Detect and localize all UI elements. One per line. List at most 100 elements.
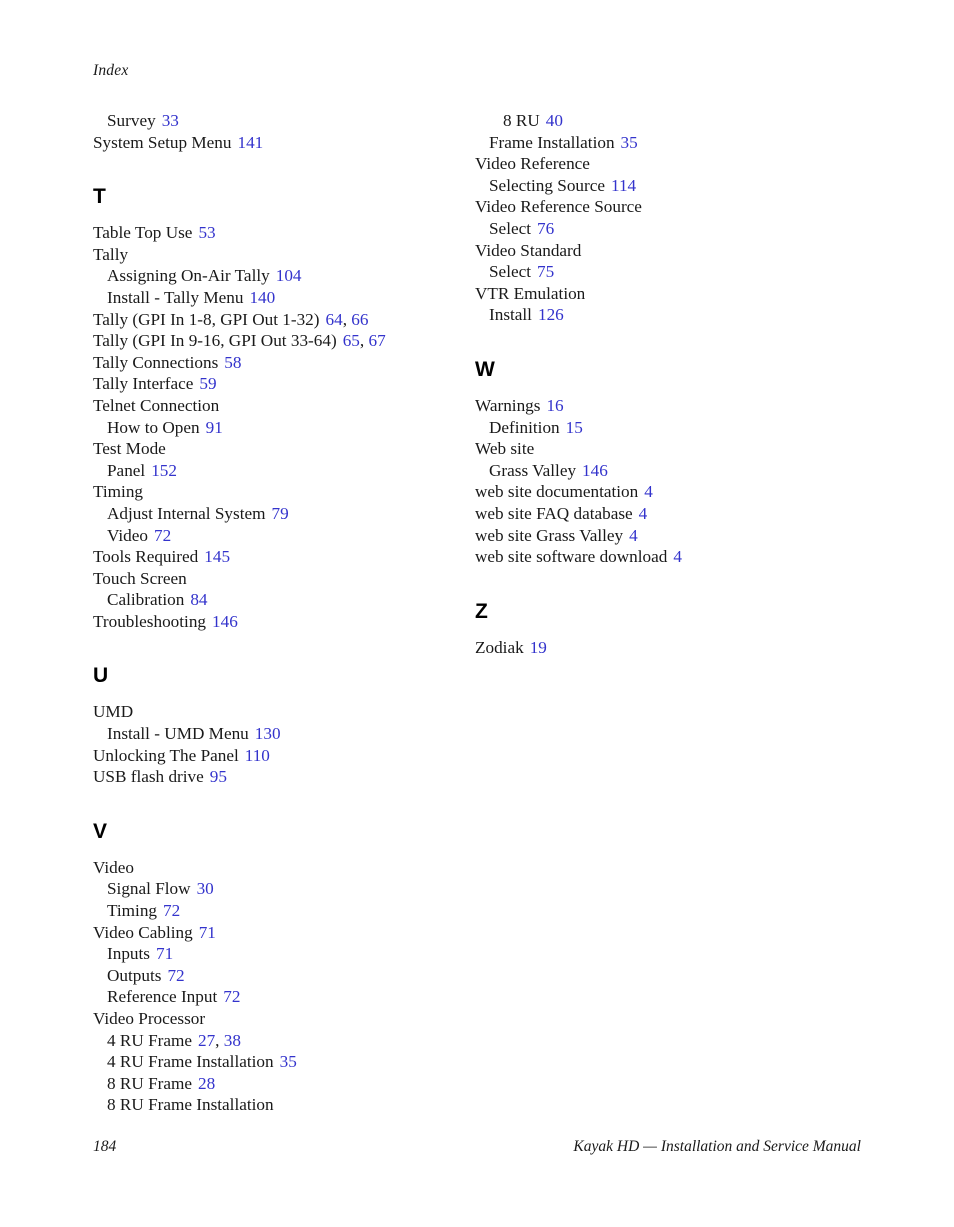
index-entry-pages[interactable]: 28 xyxy=(198,1074,215,1093)
index-entry-pages[interactable]: 35 xyxy=(280,1052,297,1071)
page-reference[interactable]: 19 xyxy=(530,638,547,657)
index-entry-pages[interactable]: 65, 67 xyxy=(343,331,386,350)
page-reference[interactable]: 72 xyxy=(223,987,240,1006)
index-entry-pages[interactable]: 59 xyxy=(199,374,216,393)
index-entry-pages[interactable]: 91 xyxy=(206,418,223,437)
index-entry-pages[interactable]: 15 xyxy=(566,418,583,437)
page-reference[interactable]: 91 xyxy=(206,418,223,437)
page-reference[interactable]: 38 xyxy=(224,1031,241,1050)
page-reference[interactable]: 84 xyxy=(190,590,207,609)
page-reference[interactable]: 67 xyxy=(368,331,385,350)
index-entry-pages[interactable]: 146 xyxy=(582,461,608,480)
page-reference[interactable]: 4 xyxy=(673,547,682,566)
index-entry-label: Install - Tally Menu xyxy=(107,287,244,307)
index-entry-pages[interactable]: 19 xyxy=(530,638,547,657)
index-entry-pages[interactable]: 72 xyxy=(167,966,184,985)
index-entry-pages[interactable]: 152 xyxy=(151,461,177,480)
page-reference[interactable]: 64 xyxy=(326,310,343,329)
index-entry-pages[interactable]: 72 xyxy=(154,526,171,545)
index-entry-pages[interactable]: 76 xyxy=(537,219,554,238)
page-reference[interactable]: 59 xyxy=(199,374,216,393)
index-entry: Web site xyxy=(475,438,865,460)
page-reference[interactable]: 65 xyxy=(343,331,360,350)
page-reference[interactable]: 4 xyxy=(639,504,648,523)
index-entry-pages[interactable]: 130 xyxy=(255,724,281,743)
page-reference[interactable]: 35 xyxy=(621,133,638,152)
running-head: Index xyxy=(93,62,129,79)
index-entry-pages[interactable]: 95 xyxy=(210,767,227,786)
index-entry-pages[interactable]: 64, 66 xyxy=(326,310,369,329)
index-entry-pages[interactable]: 4 xyxy=(639,504,648,523)
index-entry-label: Select xyxy=(489,218,531,238)
index-entry: Outputs 72 xyxy=(93,965,483,987)
index-entry-pages[interactable]: 114 xyxy=(611,176,636,195)
index-entry-pages[interactable]: 141 xyxy=(237,133,263,152)
page-reference[interactable]: 72 xyxy=(163,901,180,920)
index-entry: Video Reference xyxy=(475,153,865,175)
index-entry-pages[interactable]: 16 xyxy=(546,396,563,415)
page-reference[interactable]: 126 xyxy=(538,305,564,324)
page-reference[interactable]: 72 xyxy=(167,966,184,985)
page-reference[interactable]: 40 xyxy=(546,111,563,130)
page-reference[interactable]: 104 xyxy=(276,266,302,285)
page-reference[interactable]: 71 xyxy=(199,923,216,942)
index-entry-pages[interactable]: 4 xyxy=(644,482,653,501)
index-entry-pages[interactable]: 4 xyxy=(629,526,638,545)
page-reference[interactable]: 4 xyxy=(629,526,638,545)
index-entry-group: 8 RU 40 Frame Installation 35 Video Referenc… xyxy=(475,110,865,326)
index-entry-pages[interactable]: 72 xyxy=(223,987,240,1006)
index-entry-pages[interactable]: 4 xyxy=(673,547,682,566)
index-entry-pages[interactable]: 79 xyxy=(272,504,289,523)
index-entry: web site software download 4 xyxy=(475,546,865,568)
index-entry-pages[interactable]: 71 xyxy=(156,944,173,963)
page-reference[interactable]: 79 xyxy=(272,504,289,523)
page-reference[interactable]: 16 xyxy=(546,396,563,415)
page-reference[interactable]: 71 xyxy=(156,944,173,963)
page-reference[interactable]: 72 xyxy=(154,526,171,545)
page-reference[interactable]: 146 xyxy=(212,612,238,631)
page-reference[interactable]: 30 xyxy=(197,879,214,898)
index-entry-pages[interactable]: 140 xyxy=(249,288,275,307)
page-reference[interactable]: 28 xyxy=(198,1074,215,1093)
index-entry-pages[interactable]: 71 xyxy=(199,923,216,942)
index-entry-pages[interactable]: 126 xyxy=(538,305,564,324)
index-entry: System Setup Menu 141 xyxy=(93,132,483,154)
index-entry-pages[interactable]: 35 xyxy=(621,133,638,152)
index-entry-pages[interactable]: 145 xyxy=(204,547,230,566)
index-entry-pages[interactable]: 110 xyxy=(245,746,270,765)
page-reference[interactable]: 15 xyxy=(566,418,583,437)
section-letter-v: V xyxy=(93,819,108,843)
index-entry-pages[interactable]: 27, 38 xyxy=(198,1031,241,1050)
index-entry-pages[interactable]: 40 xyxy=(546,111,563,130)
index-entry-pages[interactable]: 30 xyxy=(197,879,214,898)
index-entry-pages[interactable]: 33 xyxy=(162,111,179,130)
page-reference[interactable]: 75 xyxy=(537,262,554,281)
page-reference[interactable]: 140 xyxy=(249,288,275,307)
page-reference[interactable]: 141 xyxy=(237,133,263,152)
index-entry: VTR Emulation xyxy=(475,283,865,305)
index-entry-label: web site documentation xyxy=(475,482,639,502)
page-reference[interactable]: 66 xyxy=(351,310,368,329)
index-entry-pages[interactable]: 58 xyxy=(224,353,241,372)
page-reference[interactable]: 33 xyxy=(162,111,179,130)
index-entry-label: Install xyxy=(489,305,532,325)
index-entry-pages[interactable]: 75 xyxy=(537,262,554,281)
index-entry-pages[interactable]: 104 xyxy=(276,266,302,285)
page-reference[interactable]: 95 xyxy=(210,767,227,786)
page-reference[interactable]: 114 xyxy=(611,176,636,195)
page-reference[interactable]: 76 xyxy=(537,219,554,238)
page-reference[interactable]: 53 xyxy=(198,223,215,242)
index-entry-pages[interactable]: 72 xyxy=(163,901,180,920)
page-reference[interactable]: 130 xyxy=(255,724,281,743)
page-reference[interactable]: 145 xyxy=(204,547,230,566)
index-entry-pages[interactable]: 84 xyxy=(190,590,207,609)
index-entry-pages[interactable]: 53 xyxy=(198,223,215,242)
page-reference[interactable]: 27 xyxy=(198,1031,215,1050)
page-reference[interactable]: 152 xyxy=(151,461,177,480)
page-reference[interactable]: 35 xyxy=(280,1052,297,1071)
index-entry-pages[interactable]: 146 xyxy=(212,612,238,631)
page-reference[interactable]: 110 xyxy=(245,746,270,765)
page-reference[interactable]: 4 xyxy=(644,482,653,501)
page-reference[interactable]: 58 xyxy=(224,353,241,372)
page-reference[interactable]: 146 xyxy=(582,461,608,480)
